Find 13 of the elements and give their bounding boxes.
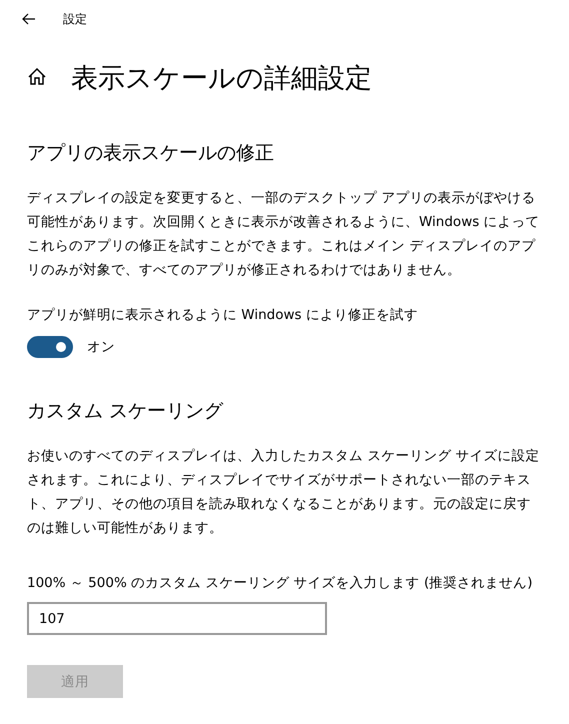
section-heading: カスタム スケーリング — [27, 399, 224, 424]
description-text: ディスプレイの設定を変更すると、一部のデスクトップ アプリの表示がぼやける可能性があります。次回開くときに表示が改善されるように、Windows によってこれらのアプリの修正を試すことができます。これはメイン ディスプレイのアプリのみが対象で、すべてのアプリが修正されるわけではありません。 — [27, 189, 541, 280]
page-title: 表示スケールの詳細設定 — [71, 62, 372, 96]
toggle-state-text: オン — [87, 338, 115, 356]
description-text: お使いのすべてのディスプレイは、入力したカスタム スケーリング サイズに設定されます。これにより、ディスプレイでサイズがサポートされない一部のテキスト、アプリ、その他の項目を読み取れなくなることがあります。元の設定に戻すのは難しい可能性があります。 — [27, 447, 541, 538]
back-arrow-icon — [22, 13, 36, 25]
toggle-label: アプリが鮮明に表示されるように Windows により修正を試す — [27, 306, 419, 324]
window-title: 設定 — [63, 10, 87, 28]
toggle-switch[interactable] — [27, 336, 73, 358]
input-label: 100% ～ 500% のカスタム スケーリング サイズを入力します (推奨されません) — [27, 574, 534, 592]
section-heading: アプリの表示スケールの修正 — [27, 141, 275, 166]
scaling-input-field[interactable]: 107 — [27, 602, 327, 635]
home-icon — [27, 66, 47, 86]
